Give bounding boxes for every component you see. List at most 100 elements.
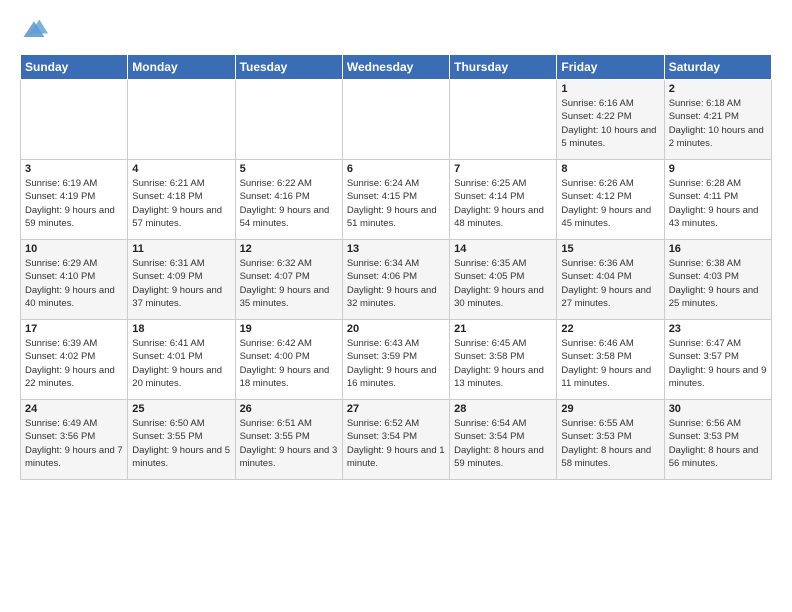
day-info: Sunrise: 6:42 AM Sunset: 4:00 PM Dayligh… xyxy=(240,337,338,390)
calendar-cell xyxy=(128,80,235,160)
day-number: 25 xyxy=(132,403,230,415)
calendar-cell: 1 Sunrise: 6:16 AM Sunset: 4:22 PM Daylig… xyxy=(557,80,664,160)
day-number: 21 xyxy=(454,323,552,335)
day-info: Sunrise: 6:22 AM Sunset: 4:16 PM Dayligh… xyxy=(240,177,338,230)
calendar-cell: 13 Sunrise: 6:34 AM Sunset: 4:06 PM Dayli… xyxy=(342,240,449,320)
calendar-cell: 2 Sunrise: 6:18 AM Sunset: 4:21 PM Daylig… xyxy=(664,80,771,160)
day-info: Sunrise: 6:16 AM Sunset: 4:22 PM Dayligh… xyxy=(561,97,659,150)
day-number: 20 xyxy=(347,323,445,335)
day-info: Sunrise: 6:18 AM Sunset: 4:21 PM Dayligh… xyxy=(669,97,767,150)
day-info: Sunrise: 6:19 AM Sunset: 4:19 PM Dayligh… xyxy=(25,177,123,230)
calendar-cell: 6 Sunrise: 6:24 AM Sunset: 4:15 PM Daylig… xyxy=(342,160,449,240)
day-number: 17 xyxy=(25,323,123,335)
weekday-header: Friday xyxy=(557,55,664,80)
weekday-header: Sunday xyxy=(21,55,128,80)
calendar-week-row: 10Sunrise: 6:29 AM Sunset: 4:10 PM Dayli… xyxy=(21,240,772,320)
calendar-cell: 12Sunrise: 6:32 AM Sunset: 4:07 PM Dayli… xyxy=(235,240,342,320)
day-info: Sunrise: 6:56 AM Sunset: 3:53 PM Dayligh… xyxy=(669,417,767,470)
day-number: 10 xyxy=(25,243,123,255)
calendar-cell: 10Sunrise: 6:29 AM Sunset: 4:10 PM Dayli… xyxy=(21,240,128,320)
day-info: Sunrise: 6:34 AM Sunset: 4:06 PM Dayligh… xyxy=(347,257,445,310)
calendar-cell: 14 Sunrise: 6:35 AM Sunset: 4:05 PM Dayli… xyxy=(450,240,557,320)
calendar-cell: 29 Sunrise: 6:55 AM Sunset: 3:53 PM Dayli… xyxy=(557,400,664,480)
calendar-cell: 21Sunrise: 6:45 AM Sunset: 3:58 PM Dayli… xyxy=(450,320,557,400)
calendar-cell xyxy=(342,80,449,160)
day-number: 19 xyxy=(240,323,338,335)
day-number: 15 xyxy=(561,243,659,255)
day-number: 2 xyxy=(669,83,767,95)
calendar-cell xyxy=(450,80,557,160)
day-info: Sunrise: 6:31 AM Sunset: 4:09 PM Dayligh… xyxy=(132,257,230,310)
day-number: 27 xyxy=(347,403,445,415)
day-number: 26 xyxy=(240,403,338,415)
calendar-cell: 3 Sunrise: 6:19 AM Sunset: 4:19 PM Daylig… xyxy=(21,160,128,240)
day-info: Sunrise: 6:50 AM Sunset: 3:55 PM Dayligh… xyxy=(132,417,230,470)
day-number: 6 xyxy=(347,163,445,175)
day-number: 9 xyxy=(669,163,767,175)
day-number: 30 xyxy=(669,403,767,415)
day-number: 5 xyxy=(240,163,338,175)
day-number: 1 xyxy=(561,83,659,95)
calendar-cell: 22 Sunrise: 6:46 AM Sunset: 3:58 PM Dayli… xyxy=(557,320,664,400)
day-info: Sunrise: 6:49 AM Sunset: 3:56 PM Dayligh… xyxy=(25,417,123,470)
calendar-week-row: 1 Sunrise: 6:16 AM Sunset: 4:22 PM Daylig… xyxy=(21,80,772,160)
day-number: 16 xyxy=(669,243,767,255)
day-info: Sunrise: 6:55 AM Sunset: 3:53 PM Dayligh… xyxy=(561,417,659,470)
logo-icon xyxy=(20,16,48,44)
day-number: 12 xyxy=(240,243,338,255)
day-number: 3 xyxy=(25,163,123,175)
day-number: 7 xyxy=(454,163,552,175)
day-number: 28 xyxy=(454,403,552,415)
day-info: Sunrise: 6:41 AM Sunset: 4:01 PM Dayligh… xyxy=(132,337,230,390)
day-info: Sunrise: 6:54 AM Sunset: 3:54 PM Dayligh… xyxy=(454,417,552,470)
header xyxy=(20,16,772,44)
day-number: 14 xyxy=(454,243,552,255)
calendar-week-row: 17 Sunrise: 6:39 AM Sunset: 4:02 PM Dayli… xyxy=(21,320,772,400)
day-number: 18 xyxy=(132,323,230,335)
day-info: Sunrise: 6:51 AM Sunset: 3:55 PM Dayligh… xyxy=(240,417,338,470)
calendar-header-row: SundayMondayTuesdayWednesdayThursdayFrid… xyxy=(21,55,772,80)
calendar-cell: 15 Sunrise: 6:36 AM Sunset: 4:04 PM Dayli… xyxy=(557,240,664,320)
calendar-table: SundayMondayTuesdayWednesdayThursdayFrid… xyxy=(20,54,772,480)
page: SundayMondayTuesdayWednesdayThursdayFrid… xyxy=(0,0,792,612)
day-number: 24 xyxy=(25,403,123,415)
weekday-header: Saturday xyxy=(664,55,771,80)
day-info: Sunrise: 6:24 AM Sunset: 4:15 PM Dayligh… xyxy=(347,177,445,230)
day-info: Sunrise: 6:36 AM Sunset: 4:04 PM Dayligh… xyxy=(561,257,659,310)
calendar-cell: 9 Sunrise: 6:28 AM Sunset: 4:11 PM Daylig… xyxy=(664,160,771,240)
day-info: Sunrise: 6:26 AM Sunset: 4:12 PM Dayligh… xyxy=(561,177,659,230)
weekday-header: Monday xyxy=(128,55,235,80)
calendar-cell: 4Sunrise: 6:21 AM Sunset: 4:18 PM Daylig… xyxy=(128,160,235,240)
calendar-cell xyxy=(21,80,128,160)
day-info: Sunrise: 6:39 AM Sunset: 4:02 PM Dayligh… xyxy=(25,337,123,390)
calendar-week-row: 24 Sunrise: 6:49 AM Sunset: 3:56 PM Dayli… xyxy=(21,400,772,480)
calendar-week-row: 3 Sunrise: 6:19 AM Sunset: 4:19 PM Daylig… xyxy=(21,160,772,240)
day-number: 11 xyxy=(132,243,230,255)
day-number: 29 xyxy=(561,403,659,415)
day-info: Sunrise: 6:21 AM Sunset: 4:18 PM Dayligh… xyxy=(132,177,230,230)
day-info: Sunrise: 6:43 AM Sunset: 3:59 PM Dayligh… xyxy=(347,337,445,390)
calendar-cell xyxy=(235,80,342,160)
day-info: Sunrise: 6:46 AM Sunset: 3:58 PM Dayligh… xyxy=(561,337,659,390)
calendar-cell: 19 Sunrise: 6:42 AM Sunset: 4:00 PM Dayli… xyxy=(235,320,342,400)
calendar-cell: 5 Sunrise: 6:22 AM Sunset: 4:16 PM Daylig… xyxy=(235,160,342,240)
calendar-cell: 24 Sunrise: 6:49 AM Sunset: 3:56 PM Dayli… xyxy=(21,400,128,480)
calendar-cell: 7 Sunrise: 6:25 AM Sunset: 4:14 PM Daylig… xyxy=(450,160,557,240)
calendar-cell: 26 Sunrise: 6:51 AM Sunset: 3:55 PM Dayli… xyxy=(235,400,342,480)
day-info: Sunrise: 6:25 AM Sunset: 4:14 PM Dayligh… xyxy=(454,177,552,230)
day-number: 22 xyxy=(561,323,659,335)
day-number: 13 xyxy=(347,243,445,255)
calendar-cell: 18 Sunrise: 6:41 AM Sunset: 4:01 PM Dayli… xyxy=(128,320,235,400)
day-info: Sunrise: 6:28 AM Sunset: 4:11 PM Dayligh… xyxy=(669,177,767,230)
calendar-cell: 20 Sunrise: 6:43 AM Sunset: 3:59 PM Dayli… xyxy=(342,320,449,400)
calendar-cell: 30 Sunrise: 6:56 AM Sunset: 3:53 PM Dayli… xyxy=(664,400,771,480)
calendar-cell: 17 Sunrise: 6:39 AM Sunset: 4:02 PM Dayli… xyxy=(21,320,128,400)
calendar-cell: 27Sunrise: 6:52 AM Sunset: 3:54 PM Dayli… xyxy=(342,400,449,480)
weekday-header: Wednesday xyxy=(342,55,449,80)
day-info: Sunrise: 6:35 AM Sunset: 4:05 PM Dayligh… xyxy=(454,257,552,310)
calendar-cell: 28 Sunrise: 6:54 AM Sunset: 3:54 PM Dayli… xyxy=(450,400,557,480)
day-info: Sunrise: 6:38 AM Sunset: 4:03 PM Dayligh… xyxy=(669,257,767,310)
calendar-cell: 11 Sunrise: 6:31 AM Sunset: 4:09 PM Dayli… xyxy=(128,240,235,320)
day-number: 8 xyxy=(561,163,659,175)
calendar-cell: 8 Sunrise: 6:26 AM Sunset: 4:12 PM Daylig… xyxy=(557,160,664,240)
